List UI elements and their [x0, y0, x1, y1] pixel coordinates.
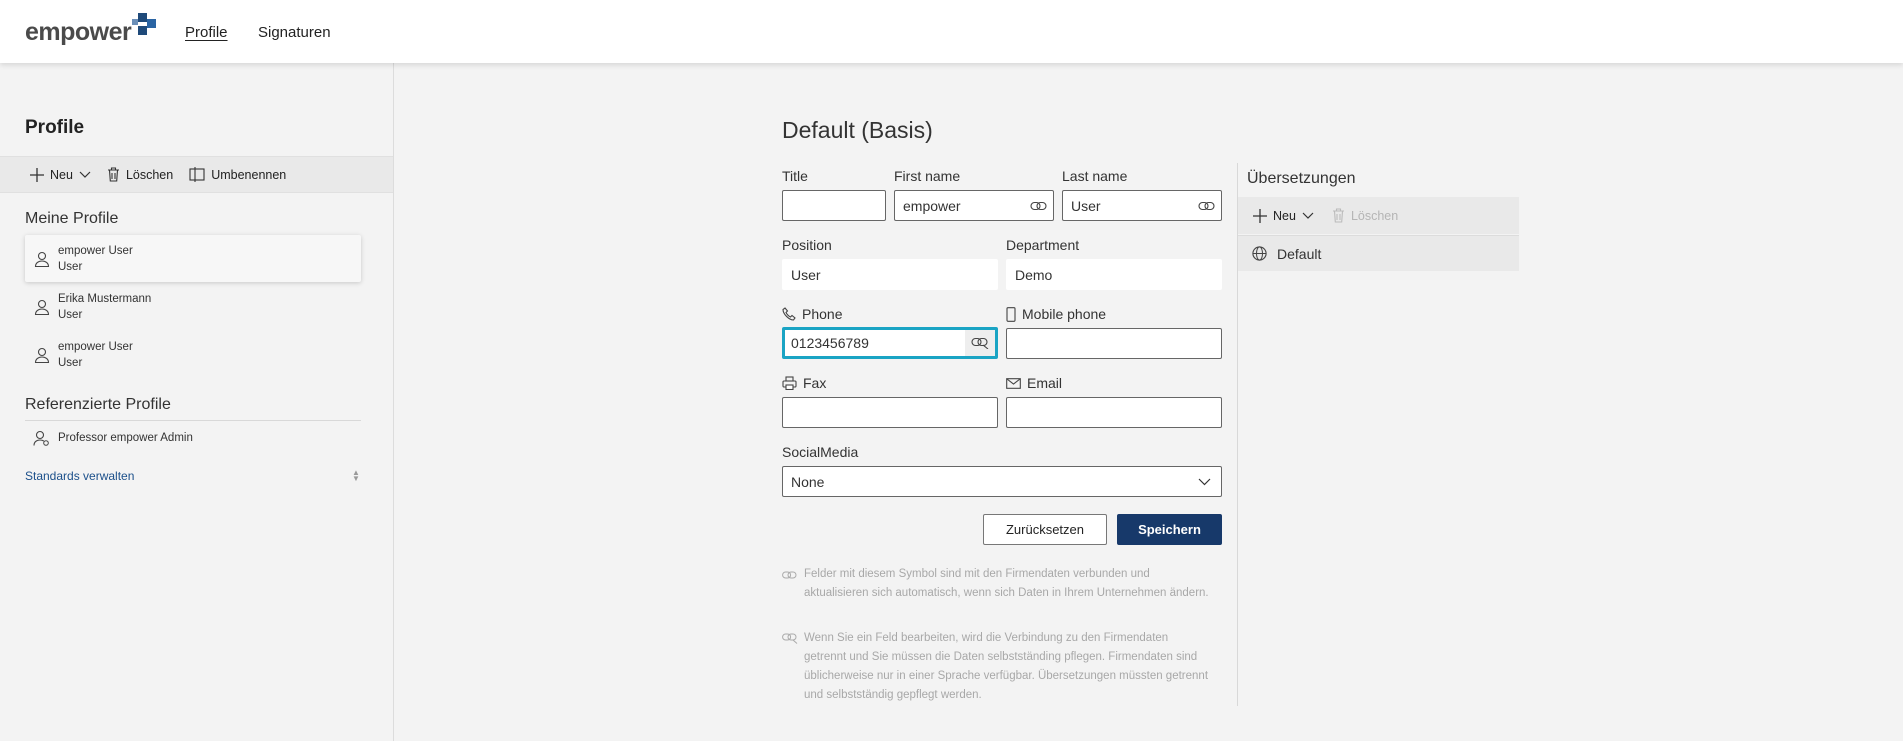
profile-name: Erika Mustermann [58, 292, 152, 305]
profile-name: empower User [58, 340, 133, 353]
page-title: Default (Basis) [782, 117, 933, 143]
position-value: User [791, 266, 821, 283]
user-icon [25, 347, 58, 363]
phone-value: 0123456789 [791, 335, 869, 351]
info-linked-text: Felder mit diesem Symbol sind mit den Fi… [804, 568, 1209, 599]
delete-profile-label: Löschen [125, 167, 174, 182]
profile-sub: User [58, 308, 83, 321]
profile-item-empower-user-2[interactable]: empower User User [25, 331, 361, 378]
profile-sub: User [58, 260, 83, 273]
social-media-label: SocialMedia [782, 444, 859, 460]
phone-field[interactable]: 0123456789 [782, 327, 998, 359]
mobile-phone-field[interactable] [1006, 328, 1222, 359]
phone-label: Phone [802, 306, 843, 322]
empower-logo[interactable]: empower [25, 13, 157, 46]
new-translation-button[interactable]: Neu [1253, 208, 1314, 223]
nav-signaturen[interactable]: Signaturen [258, 24, 331, 41]
translation-item-label: Default [1277, 245, 1322, 262]
mail-icon [1006, 377, 1021, 389]
referenced-profiles-heading: Referenzierte Profile [25, 396, 171, 413]
plus-icon [1253, 208, 1267, 223]
last-name-field[interactable]: User [1062, 190, 1222, 221]
rename-icon [189, 167, 205, 182]
department-label: Department [1006, 237, 1080, 253]
manage-standards-link[interactable]: Standards verwalten [25, 469, 134, 483]
profile-sub: User [58, 356, 83, 369]
unlink-icon [782, 629, 804, 705]
my-profiles-heading: Meine Profile [25, 210, 119, 227]
reset-button[interactable]: Zurücksetzen [983, 514, 1107, 545]
translations-panel: Übersetzungen Neu Löschen Default [1237, 163, 1519, 706]
translations-toolbar: Neu Löschen [1238, 197, 1519, 234]
profile-sidebar: Profile Neu Löschen Umbenennen Meine Pro… [0, 63, 394, 741]
fax-field[interactable] [782, 397, 998, 428]
trash-icon [107, 167, 119, 182]
fax-label: Fax [803, 375, 827, 391]
delete-translation-button[interactable]: Löschen [1332, 208, 1398, 223]
translation-item-default[interactable]: Default [1238, 235, 1519, 271]
info-unlinked: Wenn Sie ein Feld bearbeiten, wird die V… [782, 629, 1212, 705]
position-label: Position [782, 237, 832, 253]
new-translation-label: Neu [1273, 208, 1296, 223]
new-profile-button[interactable]: Neu [30, 167, 91, 182]
mobile-phone-label: Mobile phone [1022, 306, 1107, 322]
logo-mark-icon [132, 13, 157, 37]
first-name-label: First name [894, 168, 961, 184]
mobile-phone-icon [1006, 306, 1016, 322]
info-unlinked-text: Wenn Sie ein Feld bearbeiten, wird die V… [804, 632, 1209, 701]
sidebar-toolbar: Neu Löschen Umbenennen [0, 156, 393, 193]
mobile-label-group: Mobile phone [1006, 306, 1106, 322]
title-label: Title [782, 168, 808, 184]
sidebar-title: Profile [25, 117, 85, 138]
last-name-value: User [1071, 197, 1101, 214]
email-label-group: Email [1006, 375, 1062, 391]
delete-translation-label: Löschen [1350, 208, 1399, 223]
plus-icon [30, 167, 44, 182]
phone-icon [782, 307, 796, 321]
profile-item-empower-user[interactable]: empower User User [25, 235, 361, 282]
referenced-user-icon [25, 430, 58, 446]
section-divider [25, 420, 361, 421]
link-icon[interactable] [1023, 191, 1053, 220]
department-value: Demo [1015, 266, 1053, 283]
save-button[interactable]: Speichern [1117, 514, 1222, 545]
email-field[interactable] [1006, 397, 1222, 428]
title-field[interactable] [782, 190, 886, 221]
printer-icon [782, 376, 797, 390]
new-profile-label: Neu [50, 167, 73, 182]
nav-profile[interactable]: Profile [185, 24, 228, 41]
translations-title: Übersetzungen [1247, 170, 1356, 187]
department-field[interactable]: Demo [1006, 259, 1222, 290]
rename-profile-label: Umbenennen [211, 167, 287, 182]
first-name-field[interactable]: empower [894, 190, 1054, 221]
rename-profile-button[interactable]: Umbenennen [189, 167, 286, 182]
top-navigation-bar: empower Profile Signaturen [0, 0, 1903, 63]
referenced-profile-name: Professor empower Admin [58, 432, 193, 444]
unlink-icon[interactable] [965, 330, 995, 356]
chevron-down-icon [1198, 478, 1211, 485]
logo-text: empower [25, 18, 132, 46]
user-icon [25, 251, 58, 267]
profile-name: empower User [58, 244, 133, 257]
trash-icon [1332, 208, 1344, 223]
link-icon [782, 565, 804, 603]
social-media-value: None [791, 473, 825, 490]
globe-icon [1252, 246, 1267, 261]
email-label: Email [1027, 375, 1063, 391]
delete-profile-button[interactable]: Löschen [107, 167, 173, 182]
chevron-down-icon [1302, 212, 1314, 219]
expand-toggle-icon[interactable]: ▲ ▼ [352, 469, 360, 483]
chevron-down-icon [79, 171, 91, 178]
user-icon [25, 299, 58, 315]
info-linked: Felder mit diesem Symbol sind mit den Fi… [782, 565, 1212, 603]
first-name-value: empower [903, 197, 961, 214]
position-field[interactable]: User [782, 259, 998, 290]
profile-item-erika-mustermann[interactable]: Erika Mustermann User [25, 283, 361, 330]
phone-label-group: Phone [782, 306, 842, 322]
fax-label-group: Fax [782, 375, 826, 391]
social-media-select[interactable]: None [782, 466, 1222, 497]
link-icon[interactable] [1191, 191, 1221, 220]
last-name-label: Last name [1062, 168, 1128, 184]
referenced-profile-item[interactable]: Professor empower Admin [25, 422, 361, 454]
